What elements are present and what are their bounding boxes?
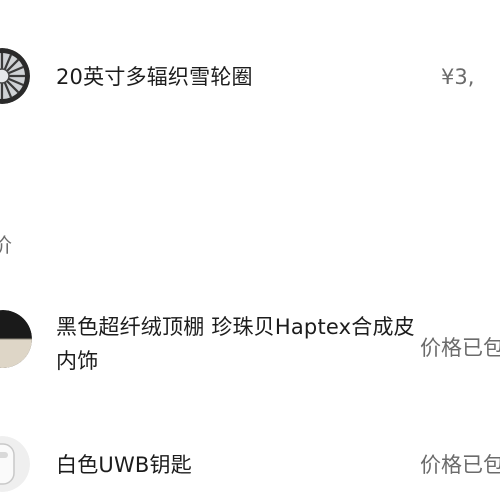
option-price: 价格已包 (420, 336, 500, 360)
option-title: 20英寸多辐织雪轮圈 (56, 65, 253, 89)
wheel-thumbnail-icon (0, 48, 30, 104)
option-row-wheel[interactable]: 20英寸多辐织雪轮圈 ¥3, (0, 36, 500, 120)
option-title: 黑色超纤绒顶棚 珍珠贝Haptex合成皮内饰 (56, 315, 415, 373)
key-thumbnail-icon (0, 436, 30, 492)
interior-swatch-icon (0, 310, 32, 368)
option-row-key[interactable]: 白色UWB钥匙 价格已包 (0, 430, 500, 500)
options-list-page: 20英寸多辐织雪轮圈 ¥3, 价 黑色超纤绒顶棚 珍珠贝Haptex合成皮内饰 … (0, 0, 500, 500)
option-price: 价格已包 (420, 453, 500, 477)
option-row-interior[interactable]: 黑色超纤绒顶棚 珍珠贝Haptex合成皮内饰 价格已包 (0, 300, 500, 396)
section-header: 价 (0, 233, 12, 257)
option-price: ¥3, (441, 65, 475, 89)
option-title: 白色UWB钥匙 (56, 453, 192, 477)
